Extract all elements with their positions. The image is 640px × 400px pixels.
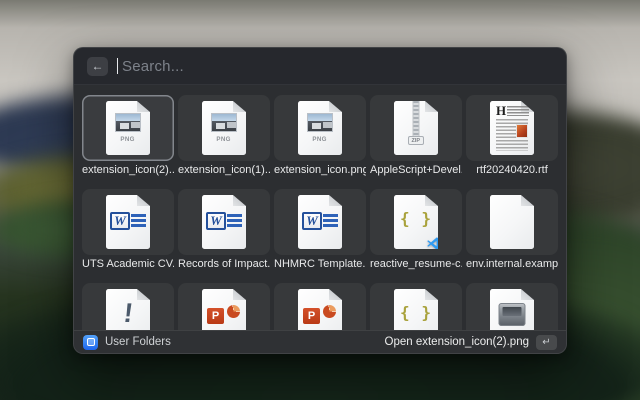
- png-type-label: PNG: [217, 136, 231, 143]
- action-label: Open extension_icon(2).png: [385, 336, 530, 348]
- source-indicator[interactable]: User Folders: [83, 335, 171, 350]
- search-bar: ← Search...: [74, 48, 566, 85]
- powerpoint-logo-icon: P: [207, 308, 224, 324]
- file-item[interactable]: [466, 283, 558, 330]
- pie-chart-icon: [227, 305, 240, 318]
- file-tile[interactable]: W: [82, 189, 174, 255]
- png-file-icon: PNG: [202, 101, 246, 155]
- png-type-label: PNG: [313, 136, 327, 143]
- word-text-lines: [131, 214, 146, 229]
- file-item[interactable]: P: [178, 283, 270, 330]
- powerpoint-logo-icon: P: [303, 308, 320, 324]
- file-name: NHMRC Template...: [274, 257, 366, 271]
- json-file-icon: { }: [394, 195, 438, 249]
- blank-file-icon: [490, 195, 534, 249]
- zip-type-label: ZIP: [408, 136, 424, 145]
- file-tile[interactable]: ZIP: [370, 95, 462, 161]
- file-tile[interactable]: [466, 189, 558, 255]
- image-thumbnail: [211, 113, 237, 132]
- file-name: Records of Impact...: [178, 257, 270, 271]
- file-item[interactable]: PNG extension_icon(1)....: [178, 95, 270, 177]
- rtf-file-icon: H: [490, 101, 534, 155]
- word-file-icon: W: [106, 195, 150, 249]
- drive-file-icon: [490, 289, 534, 330]
- word-logo-icon: W: [206, 212, 226, 230]
- rtf-text-lines: [507, 106, 529, 116]
- word-file-icon: W: [202, 195, 246, 249]
- pie-chart-icon: [323, 305, 336, 318]
- file-name: AppleScript+Devel...: [370, 163, 462, 177]
- enter-key-hint: ↵: [536, 335, 557, 350]
- exclamation-icon: !: [103, 289, 154, 330]
- image-thumbnail: [115, 113, 141, 132]
- file-tile[interactable]: P: [178, 283, 270, 330]
- file-name: extension_icon(2)....: [82, 163, 174, 177]
- file-name: extension_icon.png: [274, 163, 366, 177]
- file-name: env.internal.example: [466, 257, 558, 271]
- file-item[interactable]: H rtf20240420.rtf: [466, 95, 558, 177]
- file-item[interactable]: W UTS Academic CV...: [82, 189, 174, 271]
- word-logo-icon: W: [110, 212, 130, 230]
- file-tile[interactable]: H: [466, 95, 558, 161]
- file-item[interactable]: ZIP AppleScript+Devel...: [370, 95, 462, 177]
- ppt-file-icon: P: [298, 289, 342, 330]
- file-tile[interactable]: W: [178, 189, 270, 255]
- file-tile[interactable]: [466, 283, 558, 330]
- rtf-inline-image: [516, 124, 528, 138]
- user-folders-icon: [83, 335, 98, 350]
- back-arrow-icon: ←: [92, 60, 104, 72]
- file-name: reactive_resume-c...: [370, 257, 462, 271]
- action-bar: User Folders Open extension_icon(2).png …: [74, 330, 566, 353]
- return-key-icon: ↵: [542, 337, 550, 348]
- text-cursor: [117, 58, 118, 74]
- back-button[interactable]: ←: [87, 57, 108, 76]
- file-name: extension_icon(1)....: [178, 163, 270, 177]
- folder-glyph-icon: [87, 338, 95, 346]
- file-name: UTS Academic CV...: [82, 257, 174, 271]
- file-tile[interactable]: { }: [370, 189, 462, 255]
- alert-file-icon: !: [106, 289, 150, 330]
- ppt-file-icon: P: [202, 289, 246, 330]
- file-tile[interactable]: PNG: [178, 95, 270, 161]
- file-item[interactable]: { } reactive_resume-c...: [370, 189, 462, 271]
- word-logo-icon: W: [302, 212, 322, 230]
- file-item[interactable]: { }: [370, 283, 462, 330]
- file-tile[interactable]: P: [274, 283, 366, 330]
- file-item[interactable]: P: [274, 283, 366, 330]
- vscode-badge-icon: [426, 236, 441, 251]
- png-file-icon: PNG: [298, 101, 342, 155]
- file-item[interactable]: !: [82, 283, 174, 330]
- image-thumbnail: [307, 113, 333, 132]
- file-grid: PNG extension_icon(2).... PNG extension_…: [74, 85, 566, 330]
- word-text-lines: [323, 214, 338, 229]
- word-file-icon: W: [298, 195, 342, 249]
- file-tile[interactable]: PNG: [82, 95, 174, 161]
- primary-action[interactable]: Open extension_icon(2).png ↵: [385, 335, 558, 350]
- file-tile[interactable]: !: [82, 283, 174, 330]
- search-window: ← Search... PNG extension_icon(2).... PN…: [73, 47, 567, 354]
- zipper-icon: [413, 101, 420, 136]
- file-item[interactable]: env.internal.example: [466, 189, 558, 271]
- source-label: User Folders: [105, 336, 171, 348]
- file-tile[interactable]: { }: [370, 283, 462, 330]
- json-file-icon: { }: [394, 289, 438, 330]
- zip-file-icon: ZIP: [394, 101, 438, 155]
- file-item[interactable]: PNG extension_icon(2)....: [82, 95, 174, 177]
- file-name: rtf20240420.rtf: [476, 163, 548, 177]
- png-type-label: PNG: [121, 136, 135, 143]
- file-item[interactable]: W NHMRC Template...: [274, 189, 366, 271]
- file-item[interactable]: W Records of Impact...: [178, 189, 270, 271]
- file-tile[interactable]: PNG: [274, 95, 366, 161]
- search-input[interactable]: Search...: [122, 58, 184, 75]
- word-text-lines: [227, 214, 242, 229]
- rtf-preview-letter: H: [496, 104, 506, 117]
- file-item[interactable]: PNG extension_icon.png: [274, 95, 366, 177]
- png-file-icon: PNG: [106, 101, 150, 155]
- file-tile[interactable]: W: [274, 189, 366, 255]
- disk-drive-icon: [499, 303, 526, 326]
- json-braces-icon: { }: [394, 289, 438, 330]
